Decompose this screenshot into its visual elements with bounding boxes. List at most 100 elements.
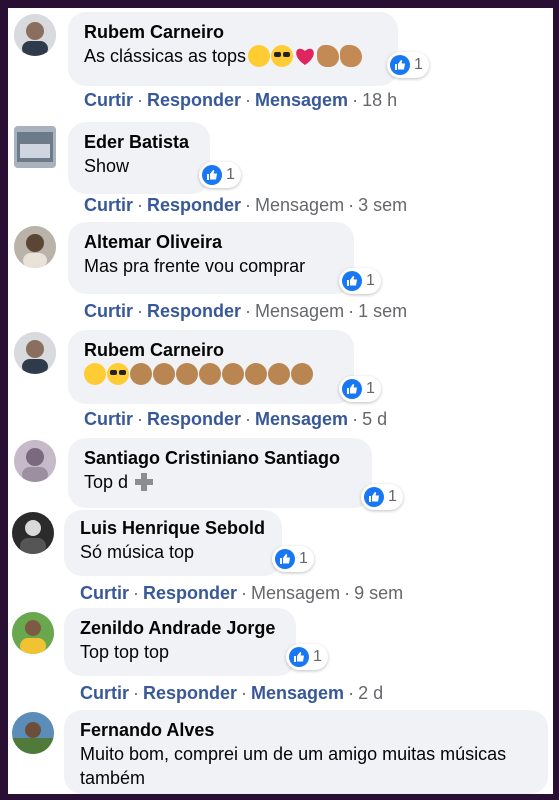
message-link[interactable]: Mensagem: [255, 409, 348, 429]
timestamp[interactable]: 18 h: [362, 90, 397, 110]
reply-link[interactable]: Responder: [147, 409, 241, 429]
comment-bubble: Luis Henrique Sebold Só música top: [64, 510, 282, 576]
separator: ·: [133, 583, 139, 603]
comment-actions: Curtir · Responder · Mensagem · 2 d: [80, 682, 383, 704]
reaction-badge[interactable]: 1: [387, 52, 429, 78]
comment-author[interactable]: Santiago Cristiniano Santiago: [84, 446, 358, 470]
comment-bubble: Altemar Oliveira Mas pra frente vou comp…: [68, 222, 354, 294]
like-icon: [390, 55, 410, 75]
comment-text: Mas pra frente vou comprar: [84, 256, 306, 276]
comment-author[interactable]: Zenildo Andrade Jorge: [80, 616, 282, 640]
like-icon: [364, 487, 384, 507]
like-link[interactable]: Curtir: [84, 195, 133, 215]
like-link[interactable]: Curtir: [84, 90, 133, 110]
like-icon: [342, 271, 362, 291]
comment-actions: Curtir · Responder · Mensagem · 1 sem: [84, 300, 407, 322]
comment-author[interactable]: Rubem Carneiro: [84, 338, 340, 362]
avatar[interactable]: [14, 14, 56, 56]
like-icon: [342, 379, 362, 399]
comment-bubble: Zenildo Andrade Jorge Top top top: [64, 608, 296, 676]
message-link[interactable]: Mensagem: [255, 195, 344, 215]
comment-bubble: Eder Batista Show: [68, 122, 210, 194]
comment-text-content: As clássicas as tops: [84, 46, 247, 66]
message-link[interactable]: Mensagem: [255, 90, 348, 110]
message-link[interactable]: Mensagem: [255, 301, 344, 321]
comment-text: Só música top: [80, 542, 195, 562]
comment-text: Top d: [84, 470, 358, 494]
comment-text: Show: [84, 156, 130, 176]
separator: ·: [348, 683, 355, 703]
separator: ·: [137, 409, 143, 429]
comments-panel: Rubem Carneiro As clássicas as tops 1 Cu…: [8, 8, 553, 794]
separator: ·: [245, 195, 252, 215]
comment-text-content: Top d: [84, 472, 129, 492]
avatar[interactable]: [12, 512, 54, 554]
reaction-badge[interactable]: 1: [339, 376, 381, 402]
comment-author[interactable]: Fernando Alves: [80, 718, 534, 742]
comment-text: As clássicas as tops: [84, 44, 384, 68]
wink-emoji-icon: [248, 45, 271, 67]
like-link[interactable]: Curtir: [80, 583, 129, 603]
message-link[interactable]: Mensagem: [251, 583, 340, 603]
reaction-count: 1: [388, 488, 397, 505]
reply-link[interactable]: Responder: [147, 195, 241, 215]
comment-author[interactable]: Eder Batista: [84, 130, 196, 154]
comment-actions: Curtir · Responder · Mensagem · 3 sem: [84, 194, 407, 216]
reaction-badge[interactable]: 1: [272, 546, 314, 572]
like-link[interactable]: Curtir: [80, 683, 129, 703]
comment-author[interactable]: Luis Henrique Sebold: [80, 516, 268, 540]
plus-emoji-icon: [134, 472, 154, 492]
separator: ·: [348, 195, 355, 215]
timestamp[interactable]: 5 d: [362, 409, 387, 429]
cool-emoji-icon: [271, 45, 294, 67]
reaction-badge[interactable]: 1: [361, 484, 403, 510]
comment-author[interactable]: Altemar Oliveira: [84, 230, 340, 254]
avatar[interactable]: [14, 440, 56, 482]
timestamp[interactable]: 1 sem: [358, 301, 407, 321]
reaction-count: 1: [414, 56, 423, 73]
message-link[interactable]: Mensagem: [251, 683, 344, 703]
clap-emoji-icon: [222, 363, 244, 385]
separator: ·: [245, 301, 252, 321]
clap-emoji-icon: [245, 363, 267, 385]
comment-author[interactable]: Rubem Carneiro: [84, 20, 384, 44]
separator: ·: [137, 90, 143, 110]
clap-emoji-icon: [153, 363, 175, 385]
like-link[interactable]: Curtir: [84, 301, 133, 321]
comment-text: Top top top: [80, 642, 170, 662]
timestamp[interactable]: 2 d: [358, 683, 383, 703]
reply-link[interactable]: Responder: [147, 90, 241, 110]
emoji-row: [248, 44, 363, 68]
clap-emoji-icon: [199, 363, 221, 385]
reaction-count: 1: [313, 648, 322, 665]
separator: ·: [133, 683, 139, 703]
avatar[interactable]: [12, 612, 54, 654]
wink-emoji-icon: [84, 363, 106, 385]
separator: ·: [137, 195, 143, 215]
avatar[interactable]: [14, 332, 56, 374]
comment-bubble: Fernando Alves Muito bom, comprei um de …: [64, 710, 548, 794]
timestamp[interactable]: 9 sem: [354, 583, 403, 603]
separator: ·: [241, 583, 248, 603]
comment-bubble: Santiago Cristiniano Santiago Top d: [68, 438, 372, 508]
like-link[interactable]: Curtir: [84, 409, 133, 429]
flexed-arm-emoji-icon: [340, 45, 363, 67]
clap-emoji-icon: [291, 363, 313, 385]
reaction-badge[interactable]: 1: [339, 268, 381, 294]
avatar[interactable]: [14, 226, 56, 268]
clap-emoji-icon: [176, 363, 198, 385]
separator: ·: [245, 409, 252, 429]
reply-link[interactable]: Responder: [143, 583, 237, 603]
comment-actions: Curtir · Responder · Mensagem · 9 sem: [80, 582, 403, 604]
separator: ·: [352, 409, 359, 429]
reply-link[interactable]: Responder: [147, 301, 241, 321]
avatar[interactable]: [14, 126, 56, 168]
avatar[interactable]: [12, 712, 54, 754]
separator: ·: [245, 90, 252, 110]
reaction-badge[interactable]: 1: [199, 162, 241, 188]
separator: ·: [137, 301, 143, 321]
reaction-badge[interactable]: 1: [286, 644, 328, 670]
reaction-count: 1: [299, 550, 308, 567]
timestamp[interactable]: 3 sem: [358, 195, 407, 215]
reply-link[interactable]: Responder: [143, 683, 237, 703]
